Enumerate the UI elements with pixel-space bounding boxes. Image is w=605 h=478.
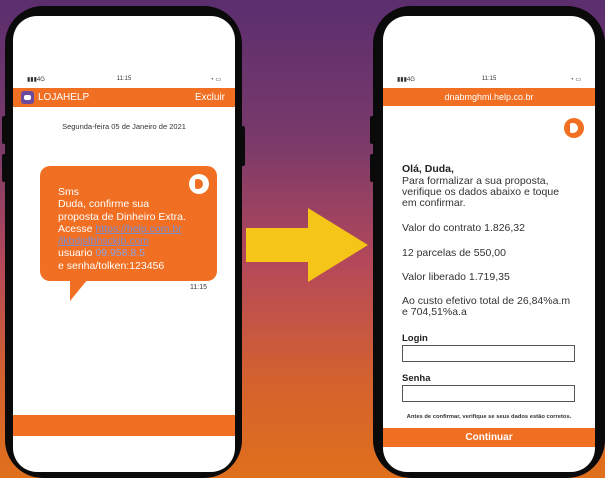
right-screen: ▮▮▮4G 11:15 ◔ ▭ dnabmghml.help.co.br Olá… — [383, 16, 595, 472]
msg-line: proposta de Dinheiro Extra. — [58, 210, 186, 223]
volume-button — [2, 116, 6, 144]
password-label: Senha — [402, 373, 431, 384]
sender-name: LOJAHELP — [38, 92, 90, 103]
msg-line: Duda, confirme sua — [58, 198, 150, 211]
battery-icon: ◔ ▭ — [210, 77, 221, 83]
message-date: Segunda-feira 05 de Janeiro de 2021 — [62, 122, 186, 131]
left-screen: ▮▮▮4G 11:15 ◔ ▭ LOJAHELP Excluir Segunda… — [13, 16, 235, 472]
battery-icon: ◔ ▭ — [570, 77, 581, 83]
status-bar: ▮▮▮4G 11:15 ◔ ▭ — [383, 74, 595, 86]
sms-link[interactable]: /lkbdjsfbhsckjb.com — [58, 235, 217, 247]
continue-button[interactable]: Continuar — [383, 428, 595, 447]
signal-indicator: ▮▮▮4G — [397, 77, 415, 83]
msg-line: Acesse https://help.com.br — [58, 222, 182, 235]
reply-bar[interactable] — [13, 415, 235, 436]
brand-logo-icon — [189, 174, 209, 194]
message-time: 11:15 — [190, 284, 207, 291]
right-phone: ▮▮▮4G 11:15 ◔ ▭ dnabmghml.help.co.br Olá… — [370, 6, 605, 478]
url-bar[interactable]: dnabmghml.help.co.br — [383, 88, 595, 106]
volume-button — [2, 154, 6, 182]
left-phone: ▮▮▮4G 11:15 ◔ ▭ LOJAHELP Excluir Segunda… — [2, 6, 245, 478]
status-time: 11:15 — [481, 76, 497, 82]
volume-button — [370, 154, 374, 182]
brand-logo-icon — [564, 118, 584, 138]
greeting: Olá, Duda, — [402, 163, 454, 175]
signal-indicator: ▮▮▮4G — [27, 77, 45, 83]
total-cost-line: e 704,51%a.a — [402, 306, 467, 318]
login-label: Login — [402, 333, 428, 344]
user-value: 09.958.8.5 — [95, 247, 146, 260]
login-field[interactable] — [402, 345, 575, 362]
chat-icon — [21, 91, 34, 104]
volume-button — [370, 116, 374, 144]
msg-line: e senha/tolken:123456 — [58, 259, 165, 272]
installments: 12 parcelas de 550,00 — [402, 247, 506, 259]
sms-link[interactable]: https://help.com.br — [95, 223, 181, 235]
status-bar: ▮▮▮4G 11:15 ◔ ▭ — [13, 74, 235, 86]
confirm-note: Antes de confirmar, verifique se seus da… — [406, 414, 572, 420]
status-time: 11:15 — [116, 76, 132, 82]
sms-header: LOJAHELP Excluir — [13, 88, 235, 107]
delete-button[interactable]: Excluir — [195, 92, 225, 103]
bubble-tail — [70, 279, 88, 301]
sms-bubble: Sms Duda, confirme sua proposta de Dinhe… — [40, 166, 217, 301]
password-field[interactable] — [402, 385, 575, 402]
msg-line: usuario 09.958.8.5 — [58, 247, 146, 260]
contract-value: Valor do contrato 1.826,32 — [402, 222, 525, 234]
intro-line: em confirmar. — [402, 197, 466, 209]
power-button — [241, 126, 245, 166]
released-value: Valor liberado 1.719,35 — [402, 271, 510, 283]
right-arrow-icon — [246, 208, 368, 282]
